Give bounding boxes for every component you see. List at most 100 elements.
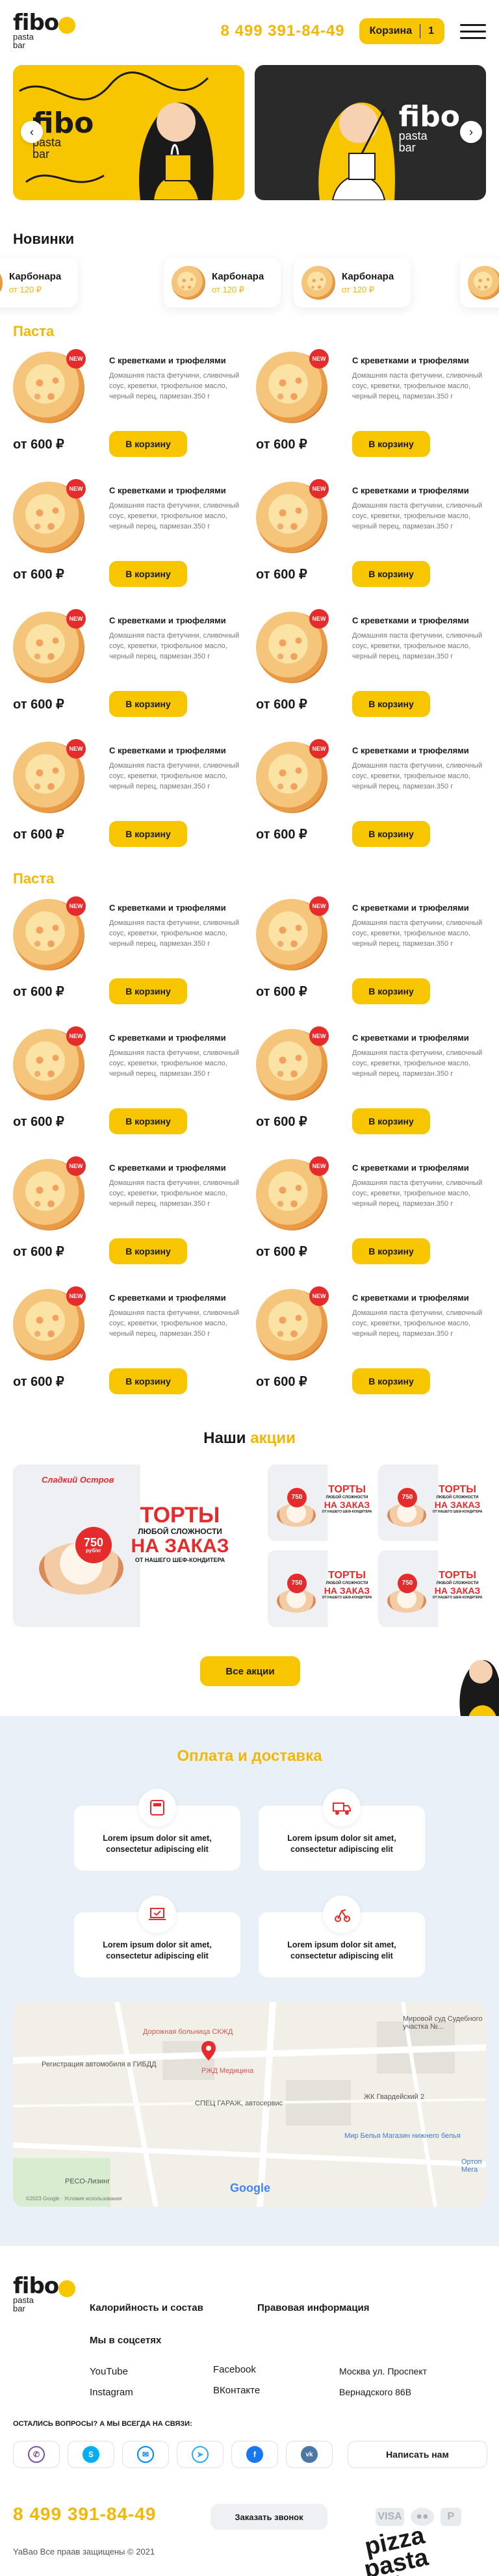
footer-link-youtube[interactable]: YouTube [90,2366,128,2377]
product-name[interactable]: С креветками и трюфелями [352,1293,486,1303]
request-call-button[interactable]: Заказать звонок [211,2504,327,2530]
product-card[interactable]: NEW С креветками и трюфелями Домашняя паст… [256,349,486,462]
product-name[interactable]: С креветками и трюфелями [109,1033,243,1043]
product-name[interactable]: С креветками и трюфелями [352,903,486,913]
menu-icon[interactable] [460,23,486,39]
product-name[interactable]: С креветками и трюфелями [109,356,243,365]
product-name[interactable]: С креветками и трюфелями [352,486,486,495]
product-name[interactable]: С креветками и трюфелями [352,616,486,625]
add-to-cart-button[interactable]: В корзину [109,561,187,587]
product-card[interactable]: NEW С креветками и трюфелями Домашняя паст… [256,1286,486,1399]
cart-count: 1 [428,25,434,36]
product-description: Домашняя паста фетучини, сливочный соус,… [352,632,483,660]
add-to-cart-button[interactable]: В корзину [109,978,187,1004]
write-us-button[interactable]: Написать нам [348,2441,487,2468]
footer-logo[interactable]: fibo pasta bar [13,2275,76,2313]
news-card[interactable]: Карбонара от 120 ₽ [164,258,281,307]
skype-button[interactable]: S [68,2441,114,2468]
map-label: Мировой суд Судебного участка №... [403,2015,483,2031]
product-card[interactable]: NEW С креветками и трюфелями Домашняя паст… [13,1026,243,1139]
all-promos-button[interactable]: Все акции [200,1656,300,1686]
product-name[interactable]: С креветками и трюфелями [109,746,243,755]
product-name[interactable]: С креветками и трюфелями [352,746,486,755]
header-phone[interactable]: 8 499 391-84-49 [220,22,344,40]
payment-terminal-icon [138,1789,176,1827]
news-card[interactable]: Карбонара от 120 ₽ [0,258,78,307]
product-card[interactable]: NEW С креветками и трюфелями Домашняя паст… [13,896,243,1009]
messenger-button[interactable]: ✉ [122,2441,169,2468]
add-to-cart-button[interactable]: В корзину [109,431,187,457]
product-description: Домашняя паста фетучини, сливочный соус,… [109,919,240,948]
banner-slide-2[interactable]: fibo pasta bar [255,65,486,200]
add-to-cart-button[interactable]: В корзину [109,1108,187,1134]
cart-button[interactable]: Корзина 1 [359,18,444,44]
product-info: С креветками и трюфелями Домашняя паста ф… [109,486,243,532]
add-to-cart-button[interactable]: В корзину [352,431,430,457]
add-to-cart-button[interactable]: В корзину [109,691,187,717]
map-pin-icon [201,2041,216,2061]
product-card[interactable]: NEW С креветками и трюфелями Домашняя паст… [13,479,243,592]
product-card[interactable]: NEW С креветками и трюфелями Домашняя паст… [256,896,486,1009]
add-to-cart-button[interactable]: В корзину [352,978,430,1004]
new-badge: NEW [309,1026,329,1046]
product-card[interactable]: NEW С креветками и трюфелями Домашняя паст… [256,1156,486,1269]
add-to-cart-button[interactable]: В корзину [352,821,430,847]
product-price: от 600 ₽ [256,1375,307,1389]
map[interactable]: Дорожная больница СКЖД Регистрация автом… [13,2002,486,2207]
footer-link-instagram[interactable]: Instagram [90,2387,133,2398]
promo-card-large[interactable]: Сладкий Остров 750 руб/кг ТОРТЫ ЛЮБОЙ СЛО… [13,1464,244,1627]
skype-icon: S [83,2446,99,2463]
carousel-next-arrow-icon[interactable]: › [460,121,482,143]
news-card-partial[interactable] [460,258,499,307]
carousel-prev-arrow-icon[interactable]: ‹ [21,121,43,143]
product-name[interactable]: С креветками и трюфелями [109,486,243,495]
product-card[interactable]: NEW С креветками и трюфелями Домашняя паст… [13,1156,243,1269]
product-card[interactable]: NEW С креветками и трюфелями Домашняя паст… [13,609,243,722]
product-price: от 600 ₽ [13,985,64,999]
footer-link-facebook[interactable]: Facebook [213,2364,256,2375]
product-card[interactable]: NEW С креветками и трюфелями Домашняя паст… [256,739,486,852]
product-name[interactable]: С креветками и трюфелями [109,1163,243,1173]
telegram-button[interactable]: ➤ [177,2441,224,2468]
banner-slide-1[interactable]: fibo pasta bar [13,65,244,200]
new-badge: NEW [66,1156,86,1176]
new-badge: NEW [66,479,86,499]
promo-card-small[interactable]: 750 ТОРТЫ ЛЮБОЙ СЛОЖНОСТИ НА ЗАКАЗ ОТ НАШЕГ… [268,1464,377,1541]
viber-button[interactable]: ✆ [13,2441,60,2468]
product-name[interactable]: С креветками и трюфелями [352,1163,486,1173]
product-card[interactable]: NEW С креветками и трюфелями Домашняя паст… [13,739,243,852]
add-to-cart-button[interactable]: В корзину [352,561,430,587]
promo-card-small[interactable]: 750 ТОРТЫ ЛЮБОЙ СЛОЖНОСТИ НА ЗАКАЗ ОТ НАШЕГ… [378,1464,487,1541]
product-name[interactable]: С креветками и трюфелями [109,616,243,625]
footer-phone[interactable]: 8 499 391-84-49 [13,2504,157,2525]
product-description: Домашняя паста фетучини, сливочный соус,… [109,372,240,400]
product-card[interactable]: NEW С креветками и трюфелями Домашняя паст… [13,1286,243,1399]
add-to-cart-button[interactable]: В корзину [352,1368,430,1394]
logo[interactable]: fibo pasta bar [13,12,76,49]
product-name[interactable]: С креветками и трюфелями [109,903,243,913]
footer-legal-link[interactable]: Правовая информация [257,2302,370,2313]
add-to-cart-button[interactable]: В корзину [109,1368,187,1394]
add-to-cart-button[interactable]: В корзину [352,1108,430,1134]
product-card[interactable]: NEW С креветками и трюфелями Домашняя паст… [256,609,486,722]
new-badge: NEW [309,479,329,499]
vk-button[interactable]: vk [286,2441,333,2468]
product-card[interactable]: NEW С креветками и трюфелями Домашняя паст… [256,479,486,592]
footer-calories-link[interactable]: Калорийность и состав [90,2302,203,2313]
facebook-button[interactable]: f [231,2441,278,2468]
footer-link-vk[interactable]: ВКонтакте [213,2385,260,2396]
product-name[interactable]: С креветками и трюфелями [109,1293,243,1303]
add-to-cart-button[interactable]: В корзину [109,1238,187,1264]
news-card[interactable]: Карбонара от 120 ₽ [294,258,411,307]
add-to-cart-button[interactable]: В корзину [352,1238,430,1264]
promo-card-small[interactable]: 750 ТОРТЫ ЛЮБОЙ СЛОЖНОСТИ НА ЗАКАЗ ОТ НАШЕГ… [268,1550,377,1627]
promo-card-small[interactable]: 750 ТОРТЫ ЛЮБОЙ СЛОЖНОСТИ НА ЗАКАЗ ОТ НАШЕГ… [378,1550,487,1627]
add-to-cart-button[interactable]: В корзину [352,691,430,717]
product-card[interactable]: NEW С креветками и трюфелями Домашняя паст… [256,1026,486,1139]
product-card[interactable]: NEW С креветками и трюфелями Домашняя паст… [13,349,243,462]
product-name[interactable]: С креветками и трюфелями [352,1033,486,1043]
product-name[interactable]: С креветками и трюфелями [352,356,486,365]
add-to-cart-button[interactable]: В корзину [109,821,187,847]
new-badge: NEW [66,739,86,759]
product-info: С креветками и трюфелями Домашняя паста ф… [109,1293,243,1339]
